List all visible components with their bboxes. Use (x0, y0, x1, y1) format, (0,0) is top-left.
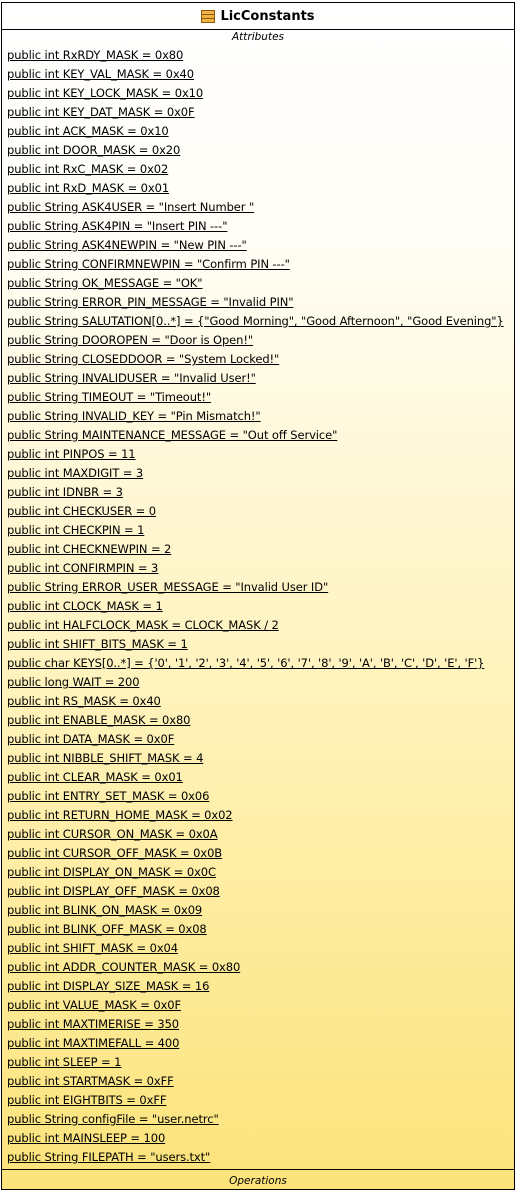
attribute-item[interactable]: public int BLINK_OFF_MASK = 0x08 (7, 920, 513, 939)
attribute-item[interactable]: public int HALFCLOCK_MASK = CLOCK_MASK /… (7, 616, 513, 635)
attribute-item[interactable]: public int NIBBLE_SHIFT_MASK = 4 (7, 749, 513, 768)
attribute-item[interactable]: public String ASK4PIN = "Insert PIN ---" (7, 217, 513, 236)
attribute-item[interactable]: public int KEY_LOCK_MASK = 0x10 (7, 84, 513, 103)
attribute-item[interactable]: public int CLOCK_MASK = 1 (7, 597, 513, 616)
attribute-item[interactable]: public int CURSOR_ON_MASK = 0x0A (7, 825, 513, 844)
attribute-item[interactable]: public int CHECKPIN = 1 (7, 521, 513, 540)
attribute-item[interactable]: public int RS_MASK = 0x40 (7, 692, 513, 711)
attribute-item[interactable]: public int MAXDIGIT = 3 (7, 464, 513, 483)
attribute-item[interactable]: public int STARTMASK = 0xFF (7, 1072, 513, 1091)
attributes-compartment-title: Attributes (231, 31, 285, 43)
attribute-item[interactable]: public String TIMEOUT = "Timeout!" (7, 388, 513, 407)
attribute-item[interactable]: public int RxRDY_MASK = 0x80 (7, 46, 513, 65)
attribute-item[interactable]: public int EIGHTBITS = 0xFF (7, 1091, 513, 1110)
attribute-item[interactable]: public int MAXTIMERISE = 350 (7, 1015, 513, 1034)
attribute-item[interactable]: public String FILEPATH = "users.txt" (7, 1148, 513, 1167)
attribute-item[interactable]: public int ENABLE_MASK = 0x80 (7, 711, 513, 730)
attribute-item[interactable]: public int DISPLAY_ON_MASK = 0x0C (7, 863, 513, 882)
attribute-item[interactable]: public int PINPOS = 11 (7, 445, 513, 464)
attribute-item[interactable]: public char KEYS[0..*] = {'0', '1', '2',… (7, 654, 513, 673)
attribute-item[interactable]: public String CONFIRMNEWPIN = "Confirm P… (7, 255, 513, 274)
class-name: LicConstants (220, 8, 315, 24)
attribute-item[interactable]: public int SLEEP = 1 (7, 1053, 513, 1072)
attribute-item[interactable]: public String ASK4USER = "Insert Number … (7, 198, 513, 217)
attribute-item[interactable]: public int SHIFT_BITS_MASK = 1 (7, 635, 513, 654)
class-icon (201, 9, 216, 23)
attribute-item[interactable]: public int CURSOR_OFF_MASK = 0x0B (7, 844, 513, 863)
attribute-item[interactable]: public int VALUE_MASK = 0x0F (7, 996, 513, 1015)
attribute-item[interactable]: public int RETURN_HOME_MASK = 0x02 (7, 806, 513, 825)
attribute-item[interactable]: public int CLEAR_MASK = 0x01 (7, 768, 513, 787)
attribute-item[interactable]: public String INVALID_KEY = "Pin Mismatc… (7, 407, 513, 426)
attribute-item[interactable]: public int SHIFT_MASK = 0x04 (7, 939, 513, 958)
attribute-item[interactable]: public int IDNBR = 3 (7, 483, 513, 502)
attribute-item[interactable]: public String MAINTENANCE_MESSAGE = "Out… (7, 426, 513, 445)
attribute-item[interactable]: public int CHECKUSER = 0 (7, 502, 513, 521)
attribute-item[interactable]: public long WAIT = 200 (7, 673, 513, 692)
attribute-item[interactable]: public int CONFIRMPIN = 3 (7, 559, 513, 578)
attribute-item[interactable]: public String DOOROPEN = "Door is Open!" (7, 331, 513, 350)
operations-compartment-title: Operations (229, 1175, 287, 1187)
attribute-item[interactable]: public String CLOSEDDOOR = "System Locke… (7, 350, 513, 369)
attribute-item[interactable]: public int KEY_DAT_MASK = 0x0F (7, 103, 513, 122)
attribute-item[interactable]: public int BLINK_ON_MASK = 0x09 (7, 901, 513, 920)
attribute-item[interactable]: public int DATA_MASK = 0x0F (7, 730, 513, 749)
attribute-item[interactable]: public int ADDR_COUNTER_MASK = 0x80 (7, 958, 513, 977)
attribute-item[interactable]: public int ACK_MASK = 0x10 (7, 122, 513, 141)
attribute-item[interactable]: public int CHECKNEWPIN = 2 (7, 540, 513, 559)
operations-divider (2, 1169, 514, 1170)
attribute-item[interactable]: public String INVALIDUSER = "Invalid Use… (7, 369, 513, 388)
attribute-item[interactable]: public int MAXTIMEFALL = 400 (7, 1034, 513, 1053)
attribute-item[interactable]: public String OK_MESSAGE = "OK" (7, 274, 513, 293)
uml-class-box[interactable]: LicConstants Attributes public int RxRDY… (1, 2, 515, 1190)
attribute-item[interactable]: public int MAINSLEEP = 100 (7, 1129, 513, 1148)
attribute-item[interactable]: public int DOOR_MASK = 0x20 (7, 141, 513, 160)
attribute-item[interactable]: public int RxD_MASK = 0x01 (7, 179, 513, 198)
attribute-item[interactable]: public String ASK4NEWPIN = "New PIN ---" (7, 236, 513, 255)
attribute-item[interactable]: public String configFile = "user.netrc" (7, 1110, 513, 1129)
attribute-item[interactable]: public String ERROR_USER_MESSAGE = "Inva… (7, 578, 513, 597)
attribute-item[interactable]: public int KEY_VAL_MASK = 0x40 (7, 65, 513, 84)
attribute-item[interactable]: public int RxC_MASK = 0x02 (7, 160, 513, 179)
attribute-item[interactable]: public int ENTRY_SET_MASK = 0x06 (7, 787, 513, 806)
class-header: LicConstants (2, 3, 514, 30)
attribute-item[interactable]: public int DISPLAY_SIZE_MASK = 16 (7, 977, 513, 996)
attribute-item[interactable]: public String SALUTATION[0..*] = {"Good … (7, 312, 513, 331)
attributes-list: public int RxRDY_MASK = 0x80 public int K… (7, 46, 513, 1167)
attribute-item[interactable]: public String ERROR_PIN_MESSAGE = "Inval… (7, 293, 513, 312)
attribute-item[interactable]: public int DISPLAY_OFF_MASK = 0x08 (7, 882, 513, 901)
